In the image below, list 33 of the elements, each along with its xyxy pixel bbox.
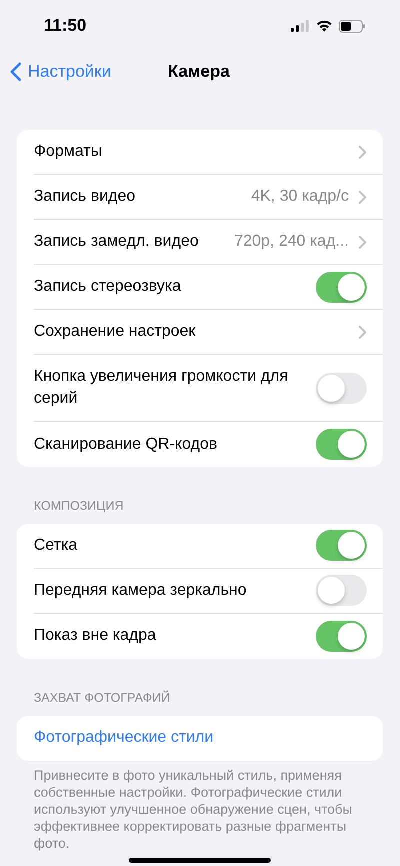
setting-label: Запись стереозвука bbox=[34, 277, 182, 297]
back-button[interactable]: Настройки bbox=[0, 59, 112, 85]
setting-label: Передняя камера зеркально bbox=[34, 580, 247, 601]
setting-label: Форматы bbox=[34, 142, 102, 162]
setting-value: 720p, 240 кад... bbox=[234, 232, 349, 252]
status-time: 11:50 bbox=[44, 15, 87, 38]
section-header: КОМПОЗИЦИЯ bbox=[33, 498, 125, 515]
section-footer: Привнесите в фото уникальный стиль, применяя собственные настройки. Фотографические стили используют улучшенное обнаружение сцен, чтобы эффективнее корректировать разные фрагменты фото. bbox=[0, 760, 400, 852]
chevron-icon bbox=[359, 236, 367, 248]
toggle-switch[interactable] bbox=[316, 575, 367, 606]
toggle-switch[interactable] bbox=[316, 530, 367, 562]
setting-label: Показ вне кадра bbox=[34, 626, 156, 646]
setting-label: Запись видео bbox=[34, 187, 136, 207]
setting-label: Кнопка увеличения громкости для серий bbox=[34, 367, 290, 409]
toggle-switch[interactable] bbox=[316, 429, 367, 460]
section-header: ЗАХВАТ ФОТОГРАФИЙ bbox=[33, 690, 172, 707]
setting-label: Запись замедл. видео bbox=[34, 232, 199, 252]
setting-value: 4K, 30 кадр/с bbox=[251, 187, 349, 207]
setting-label: Сканирование QR-кодов bbox=[34, 434, 218, 454]
photo-styles-link[interactable]: Фотографические стили bbox=[34, 726, 214, 750]
wifi-icon bbox=[316, 20, 333, 32]
toggle-switch[interactable] bbox=[316, 620, 367, 652]
battery-icon bbox=[339, 20, 366, 32]
chevron-icon bbox=[359, 326, 367, 338]
back-chevron-icon bbox=[10, 62, 22, 82]
toggle-switch[interactable] bbox=[316, 272, 367, 302]
chevron-icon bbox=[359, 190, 367, 204]
chevron-icon bbox=[359, 146, 367, 158]
signal-icon bbox=[291, 20, 310, 32]
toggle-switch[interactable] bbox=[316, 372, 367, 404]
page-title: Камера bbox=[168, 61, 230, 84]
setting-label: Сетка bbox=[34, 536, 78, 556]
setting-label: Сохранение настроек bbox=[34, 322, 196, 342]
